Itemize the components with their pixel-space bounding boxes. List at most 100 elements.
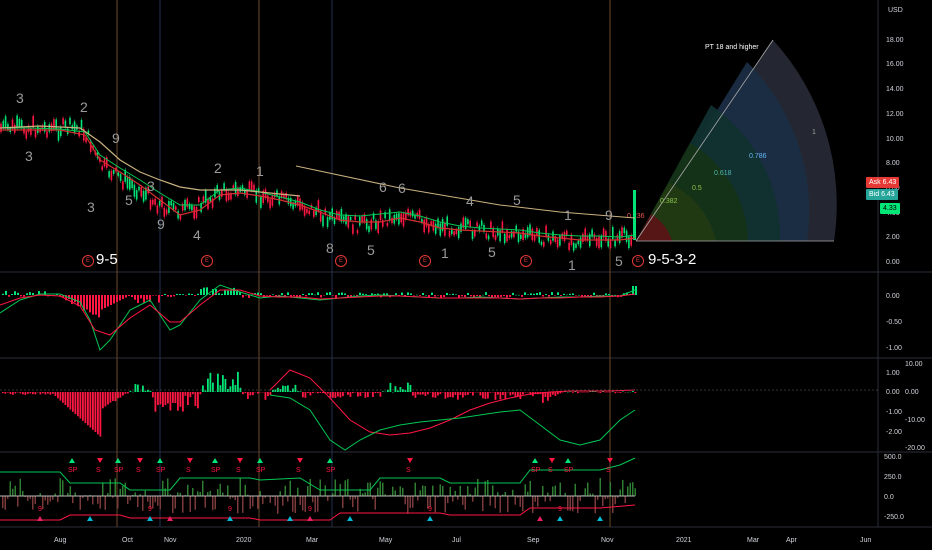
cci-signal-label: S xyxy=(96,467,101,474)
trend-line[interactable] xyxy=(295,165,636,219)
cci-bar xyxy=(244,484,246,496)
macd-bar xyxy=(371,293,373,295)
osc-bar xyxy=(599,392,602,394)
osc-bar xyxy=(152,392,154,398)
macd-bar xyxy=(11,294,13,295)
osc-bar xyxy=(502,392,504,396)
candle-body xyxy=(170,200,172,206)
osc-bar xyxy=(312,392,314,394)
time-tick: 2020 xyxy=(236,537,252,544)
cci-bar xyxy=(74,492,76,496)
osc-bar xyxy=(374,392,377,394)
macd-bar xyxy=(353,294,355,296)
cci-bar xyxy=(317,496,319,512)
earnings-marker[interactable]: E xyxy=(419,255,431,267)
candle-body xyxy=(248,181,251,190)
osc-bar xyxy=(279,389,282,392)
candle-body xyxy=(18,118,21,127)
stock-chart[interactable]: 0.236 0.382 0.5 0.618 0.786 1 PT 18 and … xyxy=(0,0,932,550)
time-tick: Nov xyxy=(164,537,177,544)
candle-body xyxy=(186,198,189,208)
osc-bar xyxy=(407,382,409,392)
fib-fan-drawing[interactable]: 0.236 0.382 0.5 0.618 0.786 1 PT 18 and … xyxy=(627,39,837,242)
candle-body xyxy=(142,190,145,202)
cci-bar xyxy=(497,492,499,496)
candle-body xyxy=(198,197,200,203)
cci-bar xyxy=(552,486,554,496)
price-tick: 10.00 xyxy=(886,136,904,143)
osc-bar xyxy=(557,392,559,395)
osc-bar xyxy=(482,392,484,399)
cci-bar xyxy=(152,496,154,509)
candle-body xyxy=(416,212,419,217)
candle-body xyxy=(359,216,361,226)
macd-bar xyxy=(173,295,175,297)
candle-body xyxy=(7,123,9,130)
earnings-marker[interactable]: E xyxy=(632,255,644,267)
candle-body xyxy=(191,205,193,211)
cci-bar xyxy=(297,487,299,496)
osc-bar xyxy=(347,392,349,395)
osc-bar xyxy=(97,392,99,435)
osc-bar xyxy=(449,392,452,398)
earnings-marker[interactable]: E xyxy=(201,255,213,267)
cci-signal-label: SP xyxy=(256,467,266,474)
cci-bottom-marker xyxy=(597,516,603,521)
osc-bar xyxy=(297,391,299,392)
cci-signal-label: 9 xyxy=(148,506,152,513)
osc-bar xyxy=(199,392,202,395)
osc-bar xyxy=(364,392,367,398)
candle-body xyxy=(434,223,437,234)
osc-bar xyxy=(162,392,164,407)
macd-bar xyxy=(242,295,244,298)
macd-bar xyxy=(32,292,34,295)
cci-bar xyxy=(214,496,216,510)
candle-body xyxy=(545,225,547,237)
osc-bar xyxy=(479,392,482,396)
cci-bar xyxy=(489,496,491,506)
cci-bar xyxy=(319,479,321,496)
cci-bar xyxy=(177,492,179,496)
candle-body xyxy=(237,187,239,197)
macd-bar xyxy=(446,293,448,295)
cci-signal-label: S xyxy=(548,467,553,474)
cci-bar xyxy=(554,485,556,496)
cci-bar xyxy=(49,496,51,502)
cci-bar xyxy=(342,496,344,509)
cci-bar xyxy=(422,485,424,496)
cci-bar xyxy=(309,478,311,496)
count-label: 1 xyxy=(564,207,572,223)
candle-body xyxy=(439,223,442,236)
osc-bar xyxy=(499,392,502,400)
osc-bar xyxy=(577,392,579,394)
cci-bar xyxy=(334,479,336,496)
cci-bar xyxy=(614,496,616,505)
osc-bar xyxy=(247,392,249,399)
earnings-marker[interactable]: E xyxy=(82,255,94,267)
candle-body xyxy=(579,237,582,248)
candle-body xyxy=(501,221,504,232)
osc-bar xyxy=(619,392,622,394)
cci-bar xyxy=(407,496,409,514)
macd-bar xyxy=(362,293,364,295)
macd-bar xyxy=(203,287,205,295)
cci-bar xyxy=(444,496,446,513)
macd-bar xyxy=(422,293,424,295)
osc-bar xyxy=(79,392,82,419)
candle-body xyxy=(158,200,161,206)
earnings-marker[interactable]: E xyxy=(335,255,347,267)
macd-bar xyxy=(428,295,430,298)
osc-bar xyxy=(27,392,29,394)
cci-bar xyxy=(434,496,436,513)
indicator-tick: 500.0 xyxy=(884,454,902,461)
ask-badge: Ask 6.43 xyxy=(866,177,900,188)
osc-bar xyxy=(42,392,44,394)
macd-bar xyxy=(119,295,121,301)
count-label: 3 xyxy=(147,178,155,194)
cci-signal-triangle xyxy=(237,458,243,463)
macd-bar xyxy=(335,295,337,298)
osc-bar xyxy=(89,392,92,428)
price-tick: 8.00 xyxy=(886,160,900,167)
fib-level-05: 0.5 xyxy=(692,185,702,192)
earnings-marker[interactable]: E xyxy=(520,255,532,267)
